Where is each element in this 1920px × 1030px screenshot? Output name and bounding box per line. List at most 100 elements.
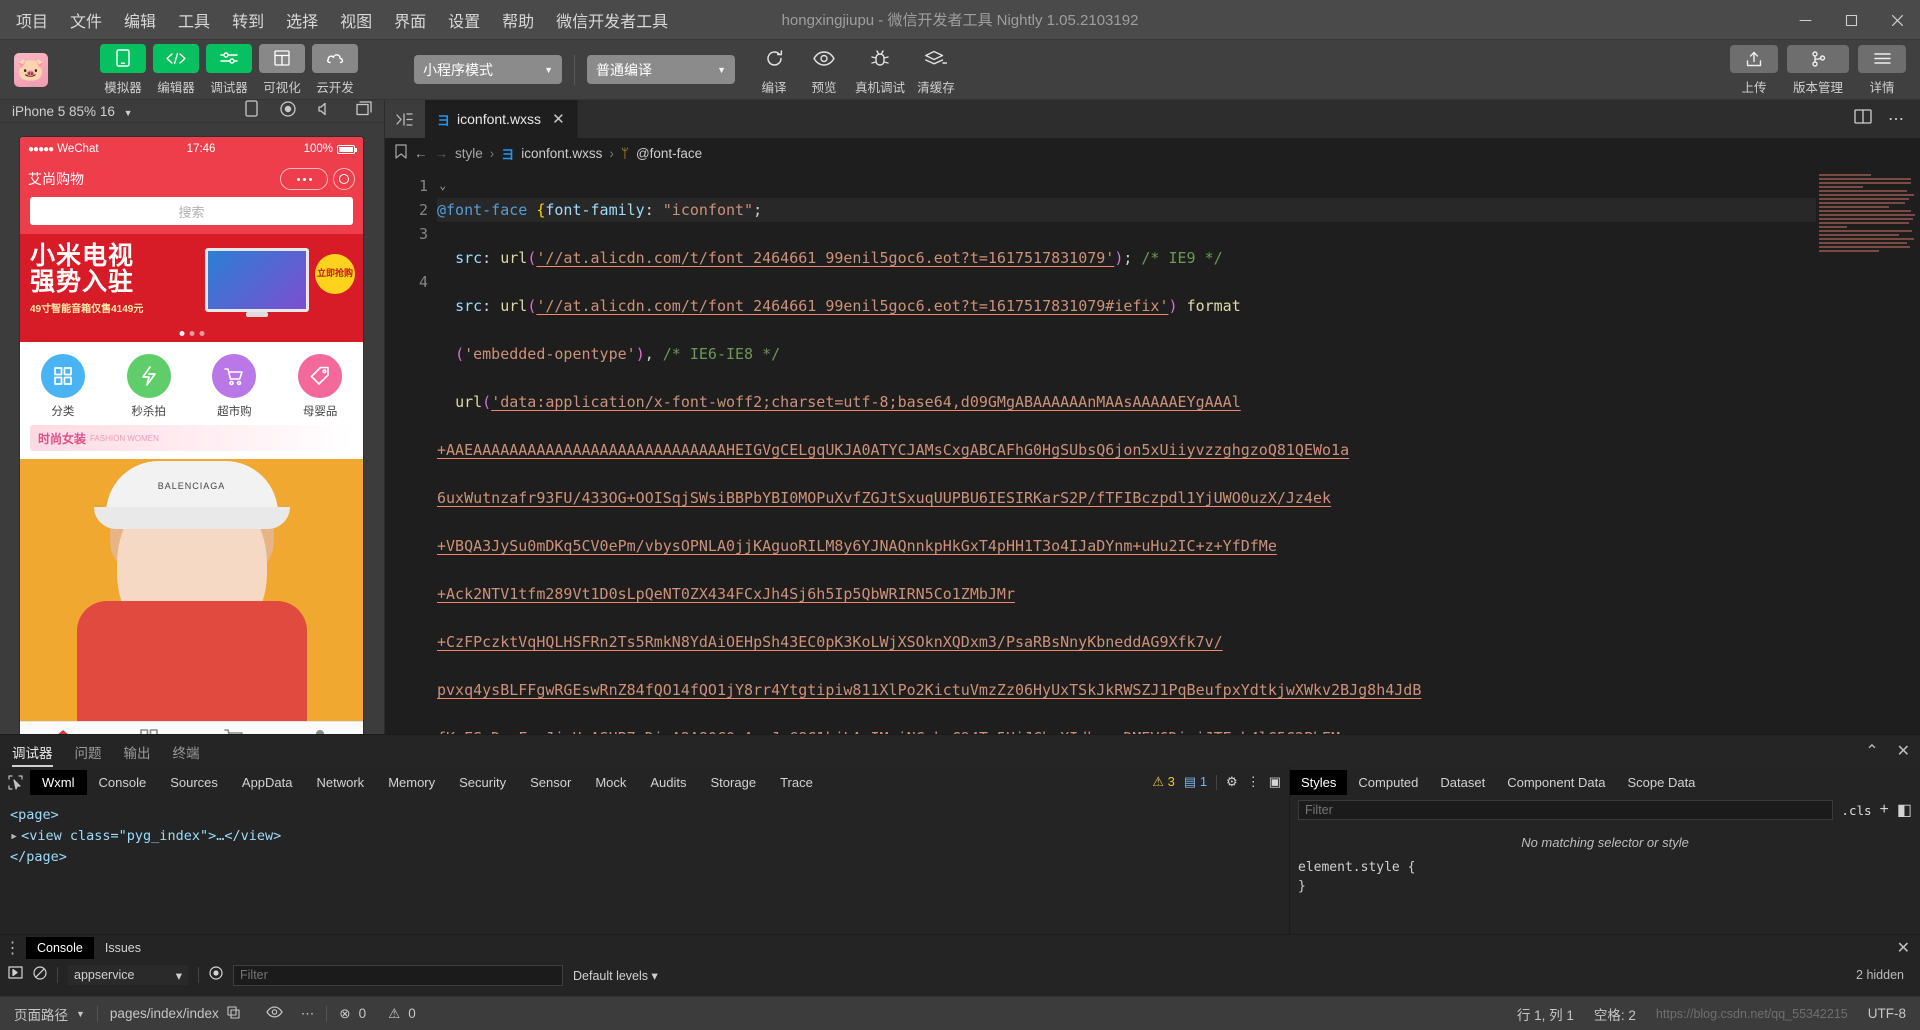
inspector-tab-storage[interactable]: Storage xyxy=(699,770,769,795)
styles-tab-scope-data[interactable]: Scope Data xyxy=(1616,770,1706,795)
category-item[interactable]: 超市购 xyxy=(203,354,265,419)
menu-item-view[interactable]: 视图 xyxy=(338,5,374,35)
eye-icon[interactable] xyxy=(209,965,223,985)
menu-item-settings[interactable]: 设置 xyxy=(446,5,482,35)
code-text[interactable]: @font-face {font-family: "iconfont"; src… xyxy=(437,168,1920,734)
toolbar-button-cloud[interactable]: 云开发 xyxy=(312,43,358,96)
preview-eye-icon[interactable] xyxy=(266,1006,283,1021)
console-tab-console[interactable]: Console xyxy=(26,937,94,959)
inspector-tab-sensor[interactable]: Sensor xyxy=(518,770,583,795)
record-icon[interactable] xyxy=(280,100,296,122)
menu-item-devtools[interactable]: 微信开发者工具 xyxy=(554,5,670,35)
status-counts[interactable]: ⊗ 0 ⚠ 0 xyxy=(339,1006,415,1022)
execute-icon[interactable] xyxy=(8,966,23,984)
menu-item-edit[interactable]: 编辑 xyxy=(122,5,158,35)
menu-item-interface[interactable]: 界面 xyxy=(392,5,428,35)
menu-item-file[interactable]: 文件 xyxy=(68,5,104,35)
more-icon[interactable] xyxy=(280,168,328,190)
wxml-tree[interactable]: <page> ▸ <view class="pyg_index">…</view>… xyxy=(0,797,1289,934)
encoding-setting[interactable]: UTF-8 xyxy=(1868,1006,1906,1021)
maximize-button[interactable] xyxy=(1828,0,1874,40)
console-filter-input[interactable] xyxy=(233,964,563,986)
breadcrumb-folder[interactable]: style xyxy=(455,146,483,161)
console-levels-select[interactable]: Default levels ▾ xyxy=(573,968,658,983)
menu-item-goto[interactable]: 转到 xyxy=(230,5,266,35)
toolbar-button-simulator[interactable]: 模拟器 xyxy=(100,43,146,96)
chevron-up-icon[interactable]: ⌃ xyxy=(1865,741,1878,761)
clear-console-icon[interactable] xyxy=(33,965,47,985)
panel-tab-problems[interactable]: 问题 xyxy=(75,736,102,767)
styles-tab-styles[interactable]: Styles xyxy=(1290,769,1348,795)
inspector-tab-appdata[interactable]: AppData xyxy=(230,770,305,795)
minimize-button[interactable] xyxy=(1782,0,1828,40)
styles-filter-input[interactable] xyxy=(1298,800,1834,820)
status-more-icon[interactable]: ⋯ xyxy=(301,1006,315,1022)
close-icon[interactable]: ✕ xyxy=(1897,741,1910,761)
action-clear-cache[interactable]: 清缓存 xyxy=(911,44,961,96)
screenshot-icon[interactable] xyxy=(356,101,372,121)
breadcrumb-symbol[interactable]: @font-face xyxy=(636,146,702,161)
panel-tab-debugger[interactable]: 调试器 xyxy=(12,736,53,767)
volume-icon[interactable] xyxy=(318,102,334,121)
inspector-tab-network[interactable]: Network xyxy=(305,770,377,795)
inspector-tab-console[interactable]: Console xyxy=(87,770,159,795)
carousel-dots[interactable] xyxy=(179,331,204,336)
expand-arrow-icon[interactable]: ▸ xyxy=(10,828,18,844)
cls-button[interactable]: .cls xyxy=(1841,803,1871,818)
styles-tab-computed[interactable]: Computed xyxy=(1347,770,1429,795)
console-context-select[interactable]: appservice ▾ xyxy=(68,965,188,985)
category-item[interactable]: 秒杀拍 xyxy=(118,354,180,419)
action-upload[interactable]: 上传 xyxy=(1730,44,1778,96)
toolbar-button-visual[interactable]: 可视化 xyxy=(259,43,305,96)
menu-item-select[interactable]: 选择 xyxy=(284,5,320,35)
editor-tab-iconfont[interactable]: ヨ iconfont.wxss ✕ xyxy=(425,100,578,138)
inspector-tab-memory[interactable]: Memory xyxy=(376,770,447,795)
cursor-position[interactable]: 行 1, 列 1 xyxy=(1517,1004,1574,1024)
inspector-tab-security[interactable]: Security xyxy=(447,770,518,795)
page-path-selector[interactable]: 页面路径 ▼ xyxy=(14,1004,85,1024)
message-badge[interactable]: ▤ 1 xyxy=(1184,774,1207,790)
banner-tag[interactable]: 立即抢购 xyxy=(315,254,355,294)
dock-icon[interactable]: ▣ xyxy=(1269,774,1281,790)
action-remote-debug[interactable]: 真机调试 xyxy=(849,44,911,96)
search-input[interactable]: 搜索 xyxy=(30,197,353,225)
action-compile[interactable]: 编译 xyxy=(749,44,799,96)
close-icon[interactable]: ✕ xyxy=(552,110,565,128)
more-options-icon[interactable]: ⋯ xyxy=(1888,109,1904,129)
add-style-icon[interactable]: + xyxy=(1880,801,1889,819)
inspector-tab-trace[interactable]: Trace xyxy=(768,770,825,795)
toolbar-button-debugger[interactable]: 调试器 xyxy=(206,43,252,96)
rotate-icon[interactable] xyxy=(245,100,258,122)
more-options-icon[interactable]: ⋮ xyxy=(0,938,26,958)
category-item[interactable]: 分类 xyxy=(32,354,94,419)
toolbar-button-editor[interactable]: 编辑器 xyxy=(153,43,199,96)
menu-item-help[interactable]: 帮助 xyxy=(500,5,536,35)
action-preview[interactable]: 预览 xyxy=(799,44,849,96)
action-details[interactable]: 详情 xyxy=(1858,44,1906,96)
code-area[interactable]: 1 ⌄ 2 3 4 @font-face {font-family: "iconf… xyxy=(385,168,1920,734)
indent-setting[interactable]: 空格: 2 xyxy=(1594,1004,1636,1024)
promo-banner[interactable]: 小米电视 强势入驻 49寸智能音箱仅售4149元 立即抢购 xyxy=(20,234,363,342)
minimap[interactable] xyxy=(1816,168,1920,734)
console-tab-issues[interactable]: Issues xyxy=(94,937,152,959)
inspector-tab-wxml[interactable]: Wxml xyxy=(30,769,87,795)
warning-badge[interactable]: ⚠ 3 xyxy=(1152,774,1175,790)
styles-tab-component-data[interactable]: Component Data xyxy=(1496,770,1616,795)
element-picker-icon[interactable] xyxy=(0,774,30,790)
wxml-line[interactable]: <page> xyxy=(10,805,1279,826)
category-item[interactable]: 母婴品 xyxy=(289,354,351,419)
compile-select[interactable]: 普通编译 ▼ xyxy=(587,55,735,84)
mode-select[interactable]: 小程序模式 ▼ xyxy=(414,55,562,84)
menu-item-project[interactable]: 项目 xyxy=(14,5,50,35)
inspector-tab-mock[interactable]: Mock xyxy=(583,770,638,795)
split-editor-icon[interactable] xyxy=(1854,109,1872,129)
gear-icon[interactable]: ⚙ xyxy=(1226,774,1238,790)
promo-strip[interactable]: 时尚女装 FASHION WOMEN xyxy=(20,425,363,459)
panel-tab-output[interactable]: 输出 xyxy=(124,736,151,767)
device-selector[interactable]: iPhone 5 85% 16 ▼ xyxy=(12,104,133,119)
panel-tab-terminal[interactable]: 终端 xyxy=(173,736,200,767)
bookmark-icon[interactable] xyxy=(395,144,407,162)
close-button[interactable] xyxy=(1874,0,1920,40)
avatar[interactable]: 🐷 xyxy=(14,52,48,87)
explorer-toggle-icon[interactable] xyxy=(385,100,425,138)
